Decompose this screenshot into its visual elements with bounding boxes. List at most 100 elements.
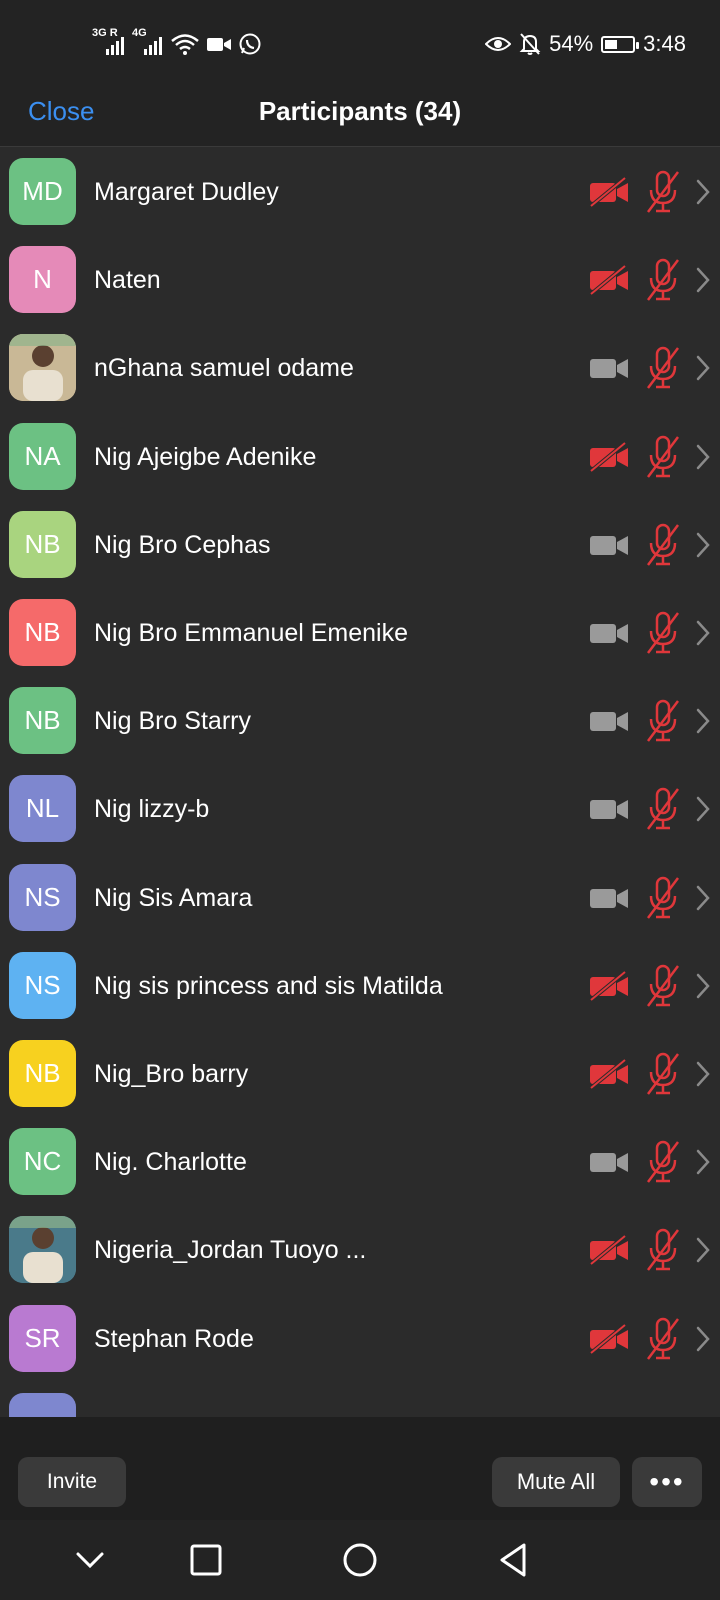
mic-muted-icon (647, 170, 679, 213)
video-off-icon (589, 970, 628, 1001)
avatar: NA (9, 422, 76, 490)
participant-name: Nig_Bro barry (94, 1060, 249, 1088)
video-icon (590, 800, 628, 820)
mic-muted-icon (647, 347, 679, 390)
chevron-down-icon[interactable] (70, 1540, 110, 1580)
participant-row[interactable]: NL Nig lizzy-b (0, 764, 720, 854)
participant-name: Margaret Dudley (94, 178, 279, 206)
participant-row[interactable]: N Naten (0, 235, 720, 325)
participant-name: Stephan Rode (94, 1324, 254, 1353)
chevron-right-icon[interactable] (694, 443, 712, 471)
video-icon (590, 535, 628, 555)
participants-header: Close Participants (34) (0, 88, 720, 147)
participant-name: Nig Sis Amara (94, 883, 253, 912)
video-off-icon (589, 1235, 628, 1266)
participant-name: Nig Bro Emmanuel Emenike (94, 619, 409, 647)
participant-row[interactable]: SR Stephan Rode (0, 1294, 720, 1384)
mic-muted-icon (647, 258, 679, 301)
participant-row[interactable] (0, 1382, 720, 1417)
avatar-photo (9, 1216, 76, 1284)
avatar: MD (9, 158, 76, 225)
participant-row[interactable]: MD Margaret Dudley (0, 147, 720, 237)
participant-row[interactable]: NB Nig_Bro barry (0, 1029, 720, 1119)
mic-muted-icon (647, 611, 679, 654)
system-nav-bar (0, 1520, 720, 1600)
avatar: SR (9, 1304, 76, 1372)
video-off-icon (589, 441, 628, 472)
chevron-right-icon[interactable] (694, 795, 712, 823)
chevron-right-icon[interactable] (694, 884, 712, 912)
participant-name: Nig lizzy-b (94, 795, 210, 824)
avatar-initials: NB (24, 1058, 61, 1088)
participant-row[interactable]: NB Nig Bro Cephas (0, 500, 720, 590)
participant-list[interactable]: MD Margaret Dudley N Naten nGhana samuel oda… (0, 147, 720, 1417)
eye-icon (485, 37, 512, 51)
video-off-icon (589, 1323, 628, 1354)
battery-percent: 54% (549, 31, 594, 56)
participant-row[interactable]: Nigeria_Jordan Tuoyo ... (0, 1205, 720, 1295)
video-icon (590, 888, 628, 908)
participant-row[interactable]: NS Nig Sis Amara (0, 853, 720, 943)
video-call-icon (207, 38, 231, 51)
participant-row[interactable]: NC Nig. Charlotte (0, 1117, 720, 1207)
chevron-right-icon[interactable] (694, 178, 712, 206)
chevron-right-icon[interactable] (694, 1325, 712, 1353)
chevron-right-icon[interactable] (694, 972, 712, 1000)
chevron-right-icon[interactable] (694, 1148, 712, 1176)
mic-muted-icon (647, 788, 679, 831)
avatar: NB (9, 510, 76, 578)
chevron-right-icon[interactable] (694, 1060, 712, 1088)
mic-muted-icon (647, 876, 679, 919)
chevron-right-icon[interactable] (694, 354, 712, 382)
mute-all-button[interactable]: Mute All (492, 1457, 620, 1507)
avatar-initials: NS (24, 881, 61, 912)
avatar-initials: NB (24, 528, 61, 559)
avatar (9, 1392, 76, 1417)
chevron-right-icon[interactable] (694, 619, 712, 647)
participant-name: Nig Bro Starry (94, 707, 251, 736)
more-options-button[interactable]: ••• (632, 1457, 702, 1507)
participant-name: nGhana samuel odame (94, 354, 354, 383)
chevron-right-icon[interactable] (694, 1236, 712, 1264)
participant-row[interactable]: NS Nig sis princess and sis Matilda (0, 941, 720, 1031)
participant-row[interactable]: NB Nig Bro Starry (0, 676, 720, 766)
bottom-toolbar: Invite Mute All ••• (0, 1417, 720, 1520)
status-right-icons: 54% 3:48 (485, 28, 686, 60)
mic-muted-icon (647, 1229, 679, 1272)
chevron-right-icon[interactable] (694, 707, 712, 735)
chevron-right-icon[interactable] (694, 266, 712, 294)
avatar-initials: NL (25, 793, 60, 824)
avatar-initials: N (33, 264, 52, 295)
mic-muted-icon (647, 1052, 679, 1095)
participant-name: Nig Bro Cephas (94, 530, 271, 559)
participant-name: Nigeria_Jordan Tuoyo ... (94, 1236, 367, 1265)
avatar-initials: SR (24, 1322, 61, 1353)
status-bar: 3G R 4G 54% 3:48 (0, 0, 720, 88)
status-left-icons: 3G R 4G (92, 27, 262, 60)
invite-button[interactable]: Invite (18, 1457, 126, 1507)
avatar: NB (9, 599, 76, 666)
participant-row[interactable]: NB Nig Bro Emmanuel Emenike (0, 588, 720, 678)
avatar: NC (9, 1128, 76, 1196)
avatar-initials: NA (24, 440, 61, 471)
avatar: NS (9, 863, 76, 931)
participant-row[interactable]: NA Nig Ajeigbe Adenike (0, 412, 720, 502)
avatar-photo (9, 334, 76, 402)
avatar-initials: MD (22, 176, 63, 206)
video-icon (590, 1153, 628, 1173)
mic-muted-icon (647, 1140, 679, 1183)
page-title: Participants (34) (258, 96, 462, 126)
recent-apps-icon[interactable] (186, 1540, 226, 1580)
avatar-initials: NC (23, 1146, 62, 1177)
cell-signal-icon: 3G R (92, 27, 126, 55)
home-icon[interactable] (340, 1540, 380, 1580)
participant-row[interactable]: nGhana samuel odame (0, 323, 720, 413)
avatar: NB (9, 687, 76, 755)
back-icon[interactable] (494, 1540, 534, 1580)
clock: 3:48 (643, 31, 686, 56)
whatsapp-icon (239, 33, 261, 55)
chevron-right-icon[interactable] (694, 531, 712, 559)
avatar-initials: NB (24, 617, 61, 647)
mic-muted-icon (647, 699, 679, 742)
signal-type-label: 4G (132, 27, 147, 39)
